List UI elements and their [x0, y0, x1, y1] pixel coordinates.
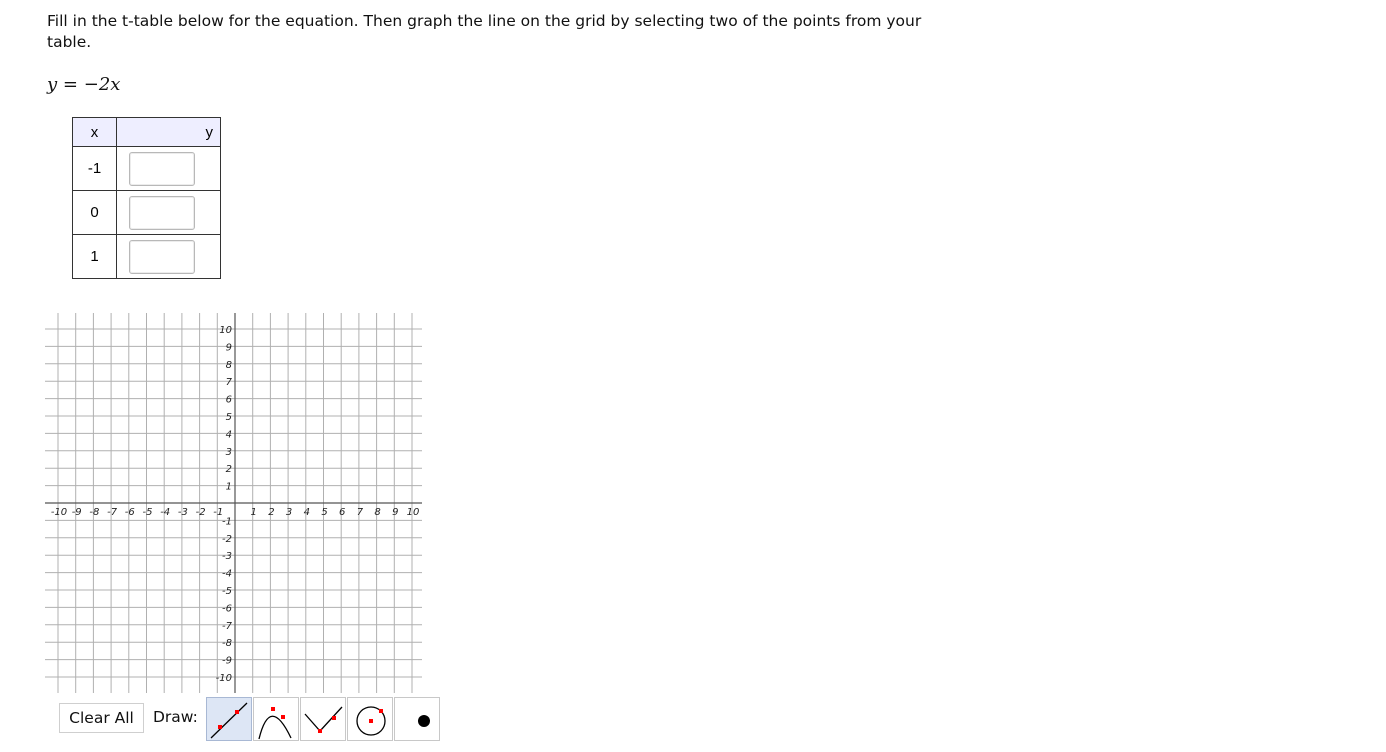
x-tick-label: 1 — [251, 507, 257, 518]
parabola-tool-button[interactable] — [253, 697, 299, 741]
y-tick-label: -7 — [222, 621, 233, 632]
point-tool-button[interactable] — [394, 697, 440, 741]
y-tick-label: -8 — [222, 638, 232, 649]
x-tick-label: 2 — [268, 507, 274, 518]
y-tick-label: 5 — [226, 412, 232, 423]
y-tick-label: 8 — [226, 360, 232, 371]
parabola-icon — [258, 707, 292, 740]
y-tick-label: 4 — [226, 429, 232, 440]
point-icon — [418, 715, 430, 727]
x-tick-label: -8 — [89, 507, 99, 518]
circle-icon — [356, 706, 386, 736]
x-tick-label: -7 — [107, 507, 118, 518]
y-tick-label: -5 — [222, 586, 232, 597]
y-tick-label: -4 — [222, 569, 232, 580]
y-tick-label: -6 — [222, 603, 232, 614]
y-tick-label: -1 — [222, 516, 232, 527]
x-tick-label: 3 — [286, 507, 292, 518]
y-tick-label: 9 — [226, 342, 232, 353]
x-tick-label: 6 — [339, 507, 345, 518]
x-tick-label: 8 — [374, 507, 380, 518]
y-tick-label: 10 — [219, 325, 232, 336]
y-axis-tick-labels: 10 9 8 7 6 5 4 3 2 1 -1 -2 -3 -4 -5 -6 -7 -8 -9 -10 — [216, 325, 233, 684]
x-tick-label: -5 — [143, 507, 153, 518]
x-tick-label: 10 — [407, 507, 420, 518]
x-tick-label: 9 — [392, 507, 398, 518]
draw-label: Draw: — [153, 708, 198, 726]
absolute-value-tool-button[interactable] — [300, 697, 346, 741]
x-tick-label: -6 — [125, 507, 135, 518]
y-tick-label: 3 — [226, 447, 232, 458]
x-tick-label: -3 — [178, 507, 188, 518]
y-tick-label: -10 — [216, 673, 232, 684]
y-tick-label: 7 — [226, 377, 233, 388]
axes — [45, 313, 422, 693]
line-icon — [210, 702, 248, 739]
x-tick-label: -10 — [51, 507, 67, 518]
x-tick-label: -4 — [160, 507, 170, 518]
y-tick-label: 1 — [226, 482, 232, 493]
circle-tool-button[interactable] — [347, 697, 393, 741]
absolute-value-icon — [304, 706, 343, 733]
y-tick-label: -3 — [222, 551, 232, 562]
x-tick-label: 4 — [304, 507, 310, 518]
line-tool-button[interactable] — [206, 697, 252, 741]
y-tick-label: 6 — [226, 395, 232, 406]
x-tick-label: 5 — [321, 507, 327, 518]
x-tick-label: 7 — [357, 507, 364, 518]
y-tick-label: 2 — [226, 464, 232, 475]
y-tick-label: -2 — [222, 534, 232, 545]
coordinate-grid[interactable]: -10 -9 -8 -7 -6 -5 -4 -3 -2 -1 1 2 3 4 5 6 7 8 9 10 1098765… — [0, 0, 470, 700]
y-tick-label: -9 — [222, 656, 232, 667]
x-tick-label: -2 — [196, 507, 206, 518]
x-tick-label: -9 — [72, 507, 82, 518]
clear-all-button[interactable]: Clear All — [59, 703, 144, 733]
